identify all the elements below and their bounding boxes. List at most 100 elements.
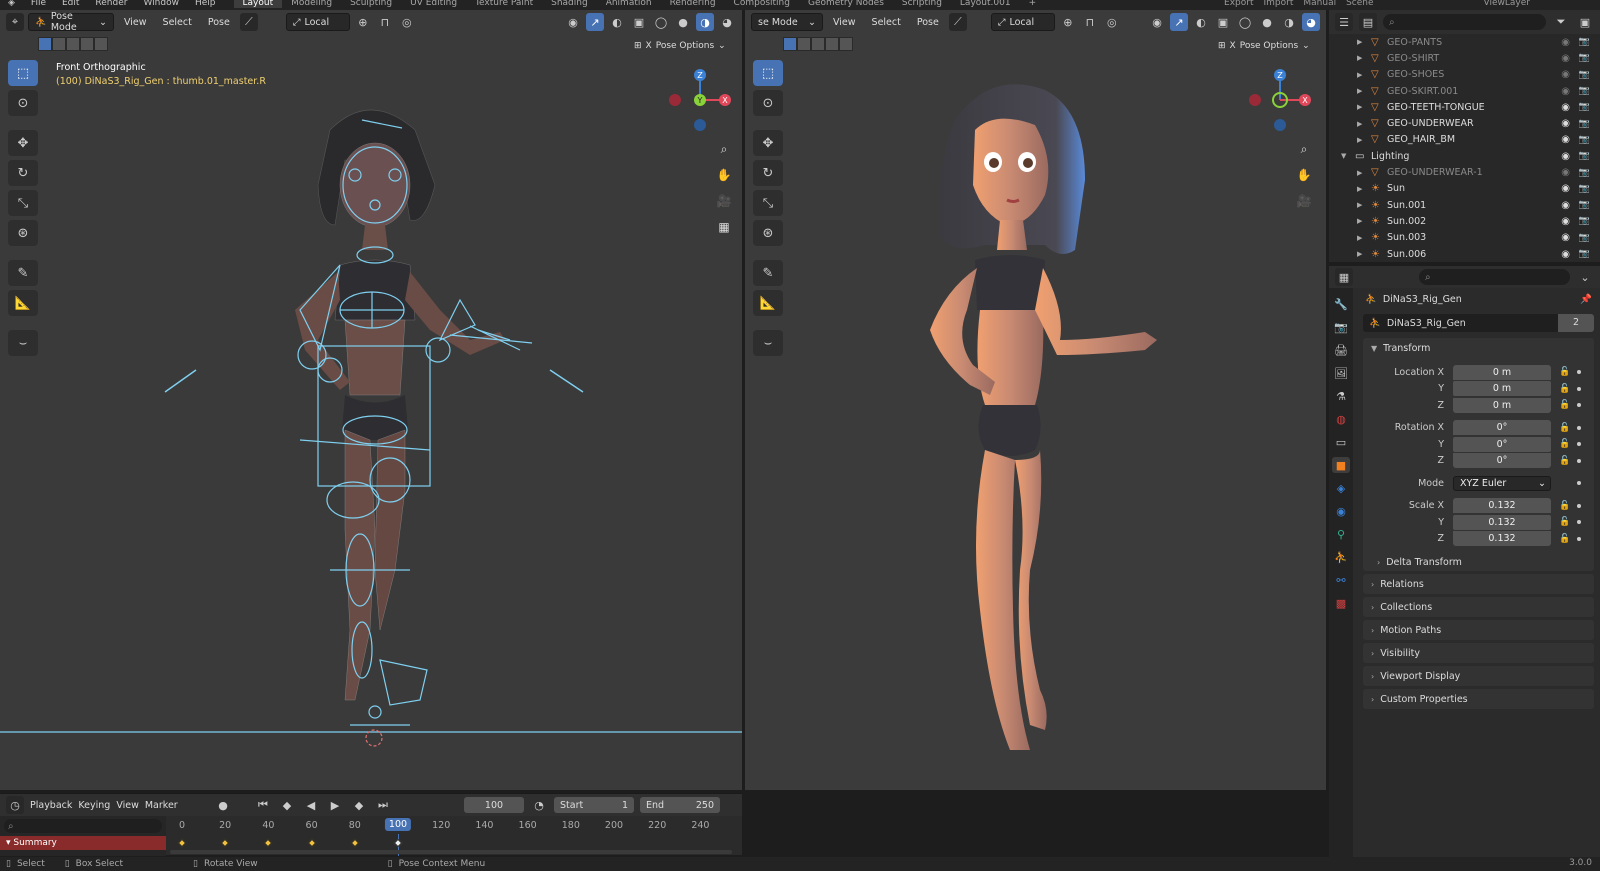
rotation-y-field[interactable]: 0°	[1453, 436, 1551, 452]
lock-icon[interactable]: 🔓	[1559, 423, 1570, 433]
filter-icon[interactable]: ⏷	[1552, 13, 1570, 31]
timeline-ruler[interactable]: 0 20 40 60 80 120 140 160 180 200 220 240 100	[170, 816, 732, 856]
workspace-tab-uv-editing[interactable]: UV Editing	[401, 0, 466, 8]
manual-button[interactable]: Manual	[1303, 0, 1336, 8]
playback-menu[interactable]: Playback	[30, 794, 72, 816]
chevron-down-icon[interactable]: ▼	[1341, 152, 1346, 160]
panel-visibility[interactable]: › Visibility	[1363, 643, 1594, 663]
editor-type-clock-icon[interactable]: ◷	[6, 796, 24, 814]
outliner-search-input[interactable]: ⌕	[1383, 14, 1546, 30]
record-icon[interactable]: ●	[214, 796, 232, 814]
eye-visibility-icon[interactable]: ◉	[1561, 134, 1570, 145]
render-visibility-icon[interactable]: 📷	[1579, 200, 1590, 210]
outliner-type-icon[interactable]: ☰	[1335, 13, 1353, 31]
keyframe-marker[interactable]	[220, 838, 230, 848]
view-menu[interactable]: View	[116, 794, 139, 816]
render-visibility-icon[interactable]: 📷	[1579, 151, 1590, 161]
lock-icon[interactable]: 🔓	[1559, 367, 1570, 377]
eye-visibility-icon[interactable]: ◉	[1561, 37, 1570, 48]
panel-collections[interactable]: › Collections	[1363, 597, 1594, 617]
delta-transform-subpanel[interactable]: › Delta Transform	[1377, 553, 1594, 571]
rotation-mode-select[interactable]: XYZ Euler ⌄	[1453, 475, 1551, 491]
menu-window[interactable]: Window	[135, 0, 187, 8]
timeline-search[interactable]: ⌕	[4, 819, 162, 833]
keyframe-marker[interactable]	[350, 838, 360, 848]
render-visibility-icon[interactable]: 📷	[1579, 86, 1590, 96]
panel-header[interactable]: › Collections	[1363, 597, 1594, 617]
render-tab-icon[interactable]: 📷	[1332, 319, 1350, 335]
panel-viewport-display[interactable]: › Viewport Display	[1363, 666, 1594, 686]
eye-visibility-icon[interactable]: ◉	[1561, 232, 1570, 243]
viewport-left[interactable]: ⌖ ⛹ Pose Mode ⌄ View Select Pose ⟋ ⤢ Loc…	[0, 10, 742, 790]
scale-z-field[interactable]: 0.132	[1453, 531, 1551, 546]
eye-visibility-icon[interactable]: ◉	[1561, 69, 1570, 80]
data-tab-icon[interactable]: ⛹	[1332, 549, 1350, 565]
keyframe-dot-icon[interactable]	[1577, 503, 1581, 508]
user-count[interactable]: 2	[1558, 314, 1594, 332]
keyframe-dot-icon[interactable]	[1577, 442, 1581, 446]
workspace-tab-shading[interactable]: Shading	[542, 0, 597, 8]
render-visibility-icon[interactable]: 📷	[1579, 233, 1590, 243]
next-keyframe-icon[interactable]: ◆	[350, 796, 368, 814]
panel-header[interactable]: › Visibility	[1363, 643, 1594, 663]
eye-visibility-icon[interactable]: ◉	[1561, 249, 1570, 260]
marker-menu[interactable]: Marker	[145, 794, 178, 816]
render-visibility-icon[interactable]: 📷	[1579, 249, 1590, 259]
eye-visibility-icon[interactable]: ◉	[1561, 118, 1570, 129]
lock-icon[interactable]: 🔓	[1559, 456, 1570, 466]
outliner-row[interactable]: ▶ ☀ Sun ◉ 📷	[1329, 181, 1600, 197]
chevron-right-icon[interactable]: ▶	[1357, 185, 1362, 193]
keyframe-marker[interactable]	[393, 838, 403, 848]
workspace-tab-layout-001[interactable]: Layout.001	[951, 0, 1020, 8]
lock-icon[interactable]: 🔓	[1559, 534, 1570, 544]
render-visibility-icon[interactable]: 📷	[1579, 37, 1590, 47]
keyframe-dot-icon[interactable]	[1577, 536, 1581, 541]
chevron-right-icon[interactable]: ▶	[1357, 136, 1362, 144]
outliner-row[interactable]: ▶ ▽ GEO-SHOES ◉ 📷	[1329, 67, 1600, 83]
workspace-tab-animation[interactable]: Animation	[597, 0, 661, 8]
scale-x-field[interactable]: 0.132	[1453, 498, 1551, 513]
workspace-tab-compositing[interactable]: Compositing	[725, 0, 799, 8]
render-visibility-icon[interactable]: 📷	[1579, 135, 1590, 145]
lock-icon[interactable]: 🔓	[1559, 439, 1570, 449]
chevron-right-icon[interactable]: ▶	[1357, 38, 1362, 46]
panel-header[interactable]: › Relations	[1363, 574, 1594, 594]
start-frame-field[interactable]: Start 1	[554, 797, 634, 813]
keyframe-dot-icon[interactable]	[1577, 403, 1581, 407]
view-layer-tab-icon[interactable]: 🖼	[1332, 365, 1350, 381]
jump-start-icon[interactable]: ⏮	[254, 796, 272, 814]
outliner-row[interactable]: ▶ ☀ Sun.006 ◉ 📷	[1329, 246, 1600, 262]
render-visibility-icon[interactable]: 📷	[1579, 70, 1590, 80]
chevron-right-icon[interactable]: ▶	[1357, 169, 1362, 177]
outliner-row[interactable]: ▶ ▽ GEO-PANTS ◉ 📷	[1329, 34, 1600, 50]
keying-menu[interactable]: Keying	[78, 794, 110, 816]
viewport-right[interactable]: se Mode ⌄ View Select Pose ⟋ ⤢ Local ⊕ ⊓…	[745, 10, 1326, 790]
display-mode-icon[interactable]: ▤	[1359, 13, 1377, 31]
viewlayer-selector[interactable]: ViewLayer	[1484, 0, 1530, 8]
keyframe-marker[interactable]	[307, 838, 316, 848]
keyframe-dot-icon[interactable]	[1577, 458, 1581, 463]
workspace-tab-sculpting[interactable]: Sculpting	[341, 0, 401, 8]
prev-keyframe-icon[interactable]: ◆	[278, 796, 296, 814]
lock-icon[interactable]: 🔓	[1559, 400, 1570, 410]
keyframe-dot-icon[interactable]	[1577, 425, 1581, 430]
summary-channel[interactable]: ▾ Summary	[0, 836, 166, 850]
chevron-right-icon[interactable]: ▶	[1357, 201, 1362, 209]
eye-visibility-icon[interactable]: ◉	[1561, 216, 1570, 227]
keyframe-dot-icon[interactable]	[1577, 481, 1581, 485]
chevron-right-icon[interactable]: ▶	[1357, 71, 1362, 79]
chevron-right-icon[interactable]: ▶	[1357, 87, 1362, 95]
scale-y-field[interactable]: 0.132	[1453, 514, 1551, 530]
location-z-field[interactable]: 0 m	[1453, 397, 1551, 413]
outliner-row[interactable]: ▶ ☀ Sun.003 ◉ 📷	[1329, 230, 1600, 246]
bone-tab-icon[interactable]: ⚯	[1332, 572, 1350, 588]
render-visibility-icon[interactable]: 📷	[1579, 168, 1590, 178]
keyframe-dot-icon[interactable]	[1577, 370, 1581, 374]
render-visibility-icon[interactable]: 📷	[1579, 119, 1590, 129]
rig-wireframe-canvas[interactable]	[0, 10, 742, 790]
eye-visibility-icon[interactable]: ◉	[1561, 151, 1570, 162]
chevron-right-icon[interactable]: ▶	[1357, 103, 1362, 111]
outliner-row[interactable]: ▶ ▽ GEO_HAIR_BM ◉ 📷	[1329, 132, 1600, 148]
transform-panel-header[interactable]: ▼ Transform	[1363, 338, 1594, 358]
render-visibility-icon[interactable]: 📷	[1579, 184, 1590, 194]
